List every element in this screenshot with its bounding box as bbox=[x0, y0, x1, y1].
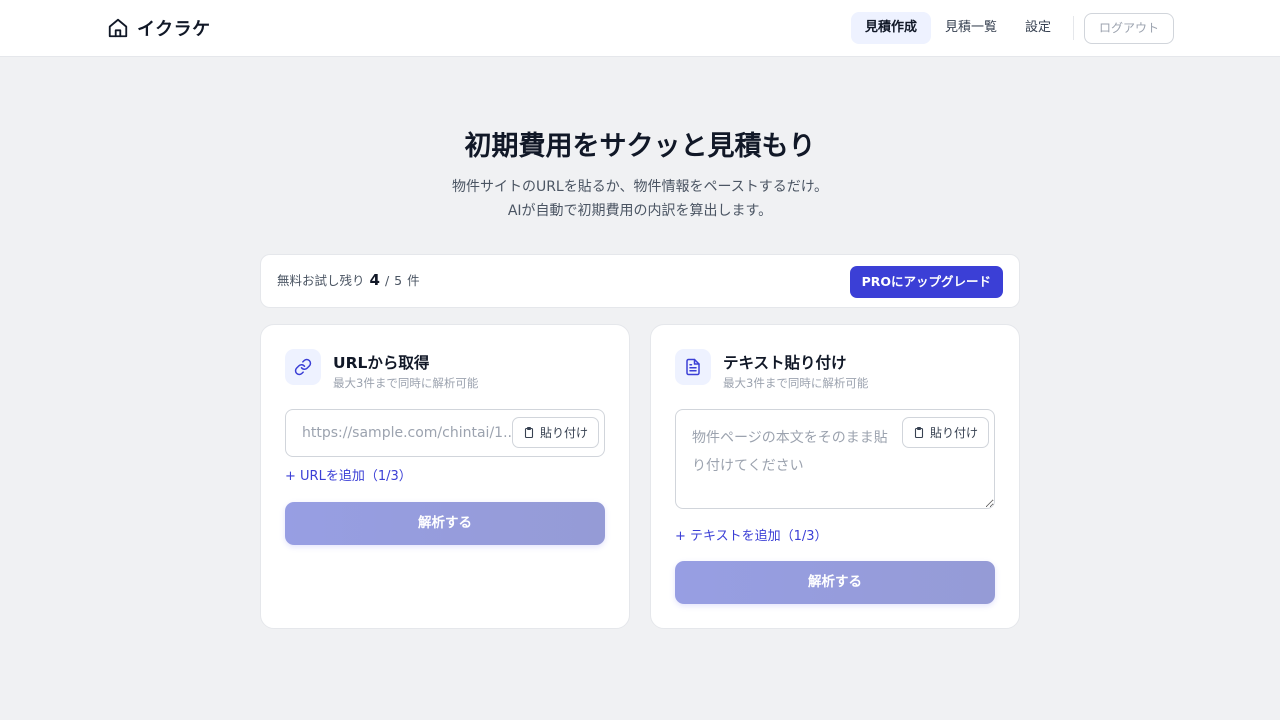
url-input[interactable] bbox=[286, 410, 514, 456]
url-paste-button[interactable]: 貼り付け bbox=[511, 417, 599, 448]
upgrade-pro-button[interactable]: PROにアップグレード bbox=[849, 266, 1003, 298]
trial-separator: / bbox=[384, 273, 390, 288]
add-text-link[interactable]: + テキストを追加（1/3） bbox=[675, 525, 828, 544]
app-name: イクラケ bbox=[137, 19, 211, 40]
text-paste-button[interactable]: 貼り付け bbox=[901, 417, 989, 448]
text-input-card: テキスト貼り付け 最大3件まで同時に解析可能 貼り付け + テキストを追加（1/… bbox=[650, 324, 1020, 629]
url-input-card: URLから取得 最大3件まで同時に解析可能 貼り付け + URLを追加（1/3）… bbox=[260, 324, 630, 629]
text-input-wrapper: 貼り付け bbox=[675, 409, 995, 509]
nav-item-settings[interactable]: 設定 bbox=[1011, 12, 1065, 44]
app-logo[interactable]: イクラケ bbox=[107, 15, 211, 41]
url-card-title: URLから取得 bbox=[333, 354, 430, 372]
text-card-title: テキスト貼り付け bbox=[723, 354, 847, 372]
clipboard-icon bbox=[914, 426, 924, 439]
url-card-icon-box bbox=[285, 349, 321, 385]
url-input-wrapper: 貼り付け bbox=[285, 409, 605, 457]
url-card-description: 最大3件まで同時に解析可能 bbox=[333, 376, 479, 390]
link-icon bbox=[294, 358, 312, 376]
main-nav: 見積作成 見積一覧 設定 ログアウト bbox=[850, 12, 1174, 44]
trial-remaining-count: 4 bbox=[369, 271, 380, 289]
text-paste-label: 貼り付け bbox=[929, 426, 978, 440]
nav-divider bbox=[1072, 16, 1074, 40]
logout-button[interactable]: ログアウト bbox=[1083, 12, 1174, 44]
app-header: イクラケ 見積作成 見積一覧 設定 ログアウト bbox=[0, 0, 1280, 57]
text-analyze-button[interactable]: 解析する bbox=[675, 561, 995, 604]
trial-suffix: 件 bbox=[407, 273, 420, 288]
page-title: 初期費用をサクッと見積もり bbox=[464, 131, 816, 162]
page-subtitle-line-2: AIが自動で初期費用の内訳を算出します。 bbox=[507, 203, 773, 219]
trial-remaining: 無料お試し残り 4 / 5 件 bbox=[277, 270, 420, 289]
url-analyze-button[interactable]: 解析する bbox=[285, 502, 605, 545]
clipboard-icon bbox=[524, 426, 534, 439]
trial-prefix: 無料お試し残り bbox=[277, 273, 365, 288]
text-card-description: 最大3件まで同時に解析可能 bbox=[723, 376, 869, 390]
text-card-icon-box bbox=[675, 349, 711, 385]
trial-status-bar: 無料お試し残り 4 / 5 件 PROにアップグレード bbox=[260, 254, 1020, 308]
url-paste-label: 貼り付け bbox=[539, 426, 588, 440]
document-icon bbox=[686, 358, 700, 376]
nav-item-estimate-list[interactable]: 見積一覧 bbox=[931, 12, 1011, 44]
add-url-link[interactable]: + URLを追加（1/3） bbox=[285, 465, 412, 484]
nav-item-create-estimate[interactable]: 見積作成 bbox=[850, 12, 931, 44]
page-subtitle-line-1: 物件サイトのURLを貼るか、物件情報をペーストするだけ。 bbox=[451, 179, 829, 195]
trial-total-count: 5 bbox=[394, 273, 403, 288]
home-icon bbox=[108, 18, 128, 38]
